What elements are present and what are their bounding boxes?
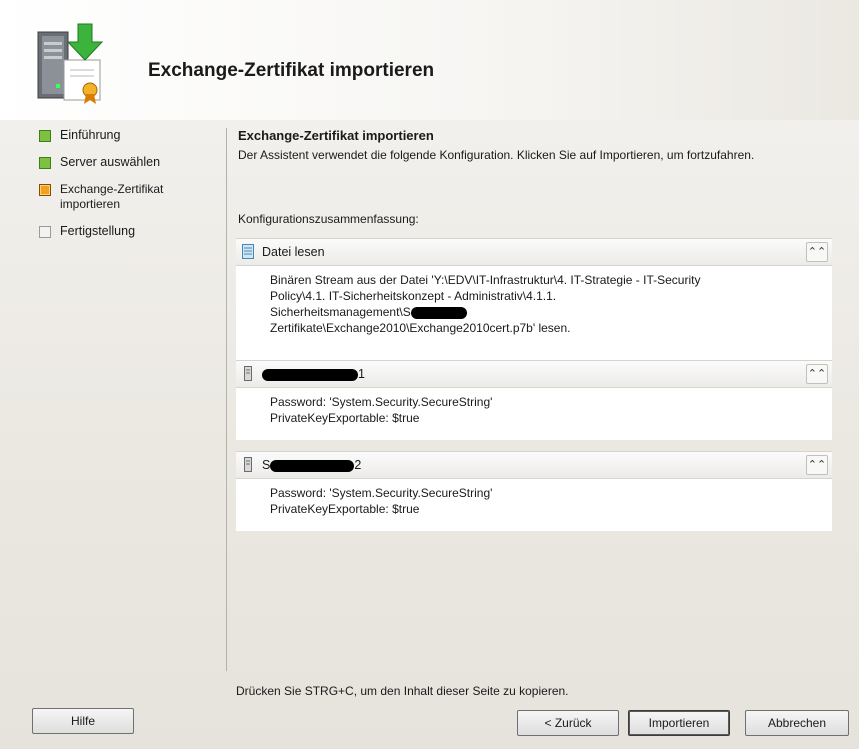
body-line: PrivateKeyExportable: $true	[270, 411, 420, 425]
main-panel: Exchange-Zertifikat importieren Der Assi…	[238, 128, 838, 163]
body-line: Policy\4.1. IT-Sicherheitskonzept - Admi…	[270, 289, 557, 303]
section-body: Binären Stream aus der Datei 'Y:\EDV\IT-…	[236, 266, 832, 360]
section-header[interactable]: S2 ⌃⌃	[236, 451, 832, 479]
step-completion: Fertigstellung	[36, 224, 216, 239]
body-line-text: Sicherheitsmanagement\S	[270, 305, 411, 319]
panel-divider	[226, 128, 227, 671]
body-line: Password: 'System.Security.SecureString'	[270, 486, 493, 500]
back-button[interactable]: < Zurück	[517, 710, 619, 736]
description-text: Der Assistent verwendet die folgende Kon…	[238, 148, 755, 162]
step-select-server: Server auswählen	[36, 155, 216, 170]
section-title-suffix: 2	[354, 458, 362, 472]
section-title-prefix: S	[262, 458, 271, 472]
step-pending-icon	[39, 226, 51, 238]
import-certificate-wizard: Exchange-Zertifikat importieren Einführu…	[0, 0, 859, 749]
section-body: Password: 'System.Security.SecureString'…	[236, 388, 832, 440]
cancel-button[interactable]: Abbrechen	[745, 710, 849, 736]
section-title-suffix: 1	[358, 367, 365, 381]
page-title: Exchange-Zertifikat importieren	[148, 60, 435, 81]
step-introduction: Einführung	[36, 128, 216, 143]
section-title: S2	[262, 458, 361, 472]
step-import-certificate: Exchange-Zertifikat importieren	[36, 182, 216, 212]
server-certificate-import-icon	[37, 23, 104, 104]
step-label: Server auswählen	[60, 155, 161, 169]
step-label: Fertigstellung	[60, 224, 136, 238]
section-header[interactable]: Datei lesen ⌃⌃	[236, 238, 832, 266]
body-line: Sicherheitsmanagement\S	[270, 304, 824, 320]
step-current-icon	[39, 184, 51, 196]
summary-section-server-2: S2 ⌃⌃ Password: 'System.Security.SecureS…	[236, 451, 832, 531]
redacted-text	[410, 306, 467, 319]
document-icon	[242, 244, 254, 259]
copy-hint: Drücken Sie STRG+C, um den Inhalt dieser…	[236, 684, 569, 698]
server-icon	[244, 457, 252, 472]
wizard-header: Exchange-Zertifikat importieren	[0, 0, 859, 120]
import-button[interactable]: Importieren	[628, 710, 730, 736]
redacted-text	[262, 368, 358, 381]
step-label: Einführung	[60, 128, 121, 142]
section-body: Password: 'System.Security.SecureString'…	[236, 479, 832, 531]
section-title: 1	[262, 367, 365, 381]
step-complete-icon	[39, 130, 51, 142]
section-heading: Exchange-Zertifikat importieren	[238, 128, 434, 143]
double-chevron-up-icon[interactable]: ⌃⌃	[806, 364, 828, 384]
wizard-steps: Einführung Server auswählen Exchange-Zer…	[36, 128, 216, 251]
step-label: Exchange-Zertifikat importieren	[60, 182, 164, 211]
redacted-text	[270, 459, 355, 472]
double-chevron-up-icon[interactable]: ⌃⌃	[806, 455, 828, 475]
body-line: Password: 'System.Security.SecureString'	[270, 395, 493, 409]
section-title: Datei lesen	[262, 245, 325, 259]
body-line: Binären Stream aus der Datei 'Y:\EDV\IT-…	[270, 273, 701, 287]
summary-section-server-1: 1 ⌃⌃ Password: 'System.Security.SecureSt…	[236, 360, 832, 440]
double-chevron-up-icon[interactable]: ⌃⌃	[806, 242, 828, 262]
body-line: Zertifikate\Exchange2010\Exchange2010cer…	[270, 321, 571, 335]
summary-label: Konfigurationszusammenfassung:	[238, 212, 419, 226]
summary-section-read-file: Datei lesen ⌃⌃ Binären Stream aus der Da…	[236, 238, 832, 360]
server-icon	[244, 366, 252, 381]
help-button[interactable]: Hilfe	[32, 708, 134, 734]
body-line: PrivateKeyExportable: $true	[270, 502, 420, 516]
section-header[interactable]: 1 ⌃⌃	[236, 360, 832, 388]
step-complete-icon	[39, 157, 51, 169]
